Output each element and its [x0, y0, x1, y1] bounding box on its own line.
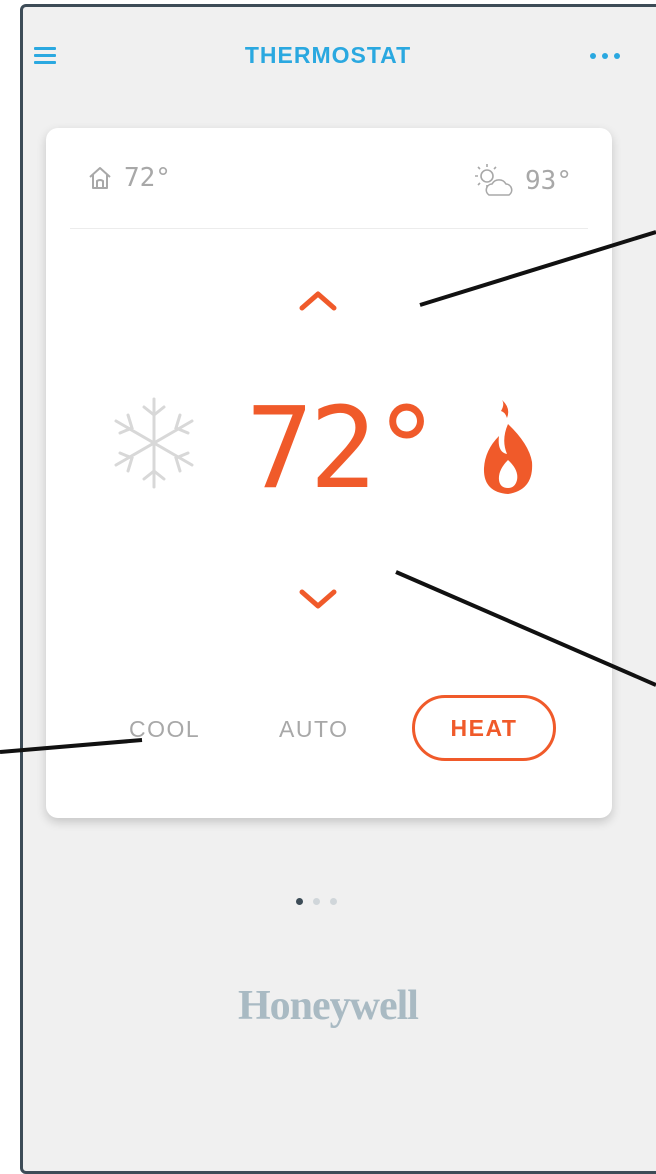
page-dot[interactable] [313, 898, 320, 905]
cool-indicator [106, 393, 202, 498]
outdoor-temp-value: 93° [525, 166, 572, 196]
mode-heat-button[interactable]: HEAT [412, 695, 556, 761]
indoor-temp-value: 72° [124, 163, 171, 193]
setpoint-display: 72° [246, 384, 440, 514]
home-icon [89, 167, 111, 189]
mode-cool-button[interactable]: COOL [129, 716, 200, 743]
indoor-temperature: 72° [86, 163, 171, 193]
chevron-down-icon [299, 589, 337, 609]
thermostat-card: 72° 93° 72° COOL AUTO HEAT [46, 128, 612, 818]
page-dot-active[interactable] [296, 898, 303, 905]
temperature-down-button[interactable] [298, 588, 338, 617]
heat-indicator [479, 398, 537, 503]
snowflake-icon [114, 397, 194, 489]
page-indicator [296, 898, 337, 905]
outdoor-temperature: 93° [473, 163, 572, 199]
temperature-up-button[interactable] [298, 288, 338, 317]
flame-icon [483, 400, 533, 494]
page-title: THERMOSTAT [244, 42, 412, 68]
brand-logo: Honeywell [238, 983, 419, 1029]
weather-icon [475, 164, 513, 196]
page-dot[interactable] [330, 898, 337, 905]
more-icon[interactable] [590, 53, 630, 59]
app-header: THERMOSTAT [0, 0, 656, 110]
mode-auto-button[interactable]: AUTO [279, 716, 348, 743]
chevron-up-icon [299, 291, 337, 311]
card-divider [70, 228, 588, 229]
